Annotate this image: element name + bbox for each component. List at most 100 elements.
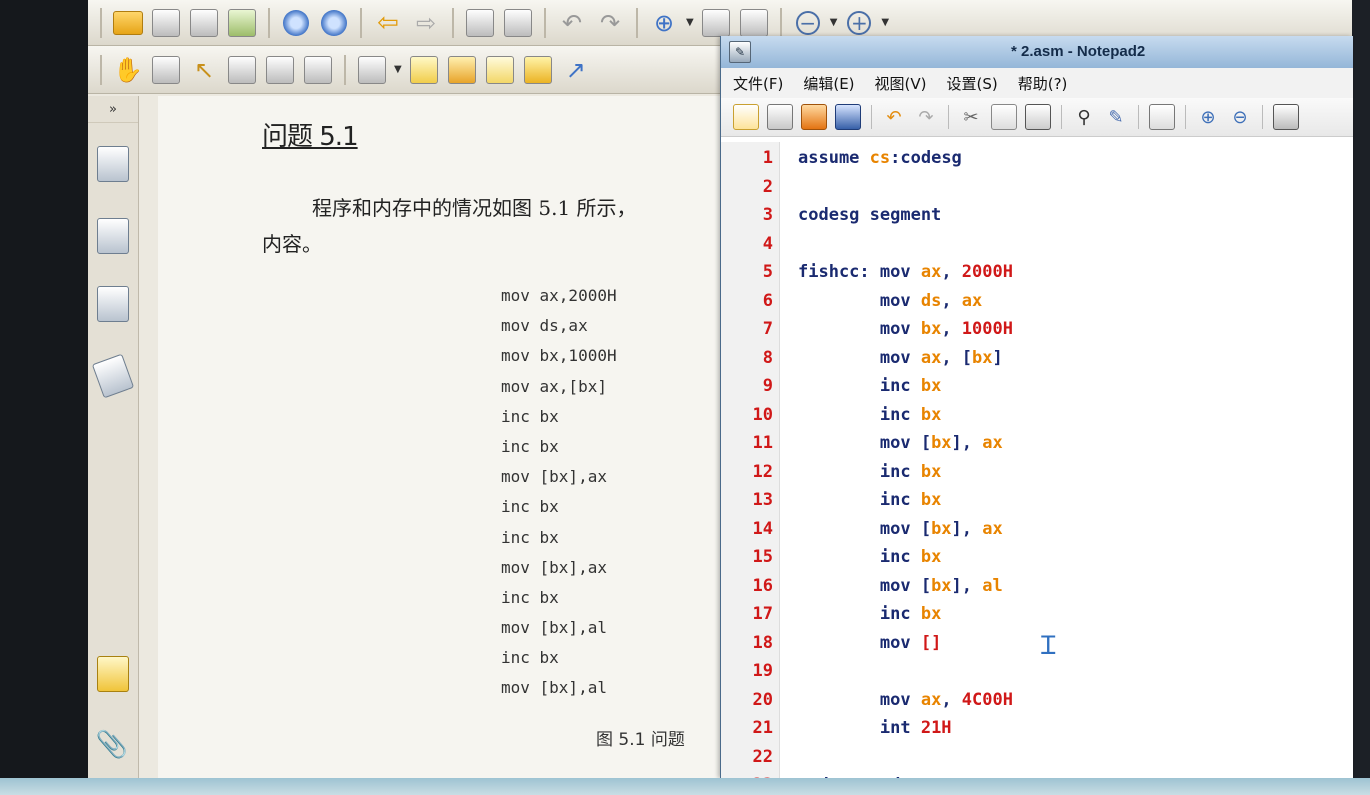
code-line: inc bx [798,405,941,425]
code-token: bx [931,575,952,596]
zoom-in-icon[interactable]: ⊕ [1196,105,1220,129]
code-token: inc [798,376,921,396]
sidebar-collapse-button[interactable]: » [88,96,138,123]
forward-arrow-icon[interactable]: ⇨ [410,7,442,39]
attachment-clip-icon[interactable]: 📎 [96,728,128,762]
save-icon[interactable] [835,104,861,130]
undo-icon[interactable]: ↶ [882,105,906,129]
menu-item[interactable]: 帮助(?) [1018,73,1068,94]
redo-icon[interactable]: ↷ [914,105,938,129]
menu-item[interactable]: 设置(S) [947,73,998,94]
next-page-icon[interactable] [318,7,350,39]
menu-item[interactable]: 编辑(E) [803,73,854,94]
replace-icon[interactable]: ✎ [1104,105,1128,129]
copy-page-icon[interactable] [464,7,496,39]
zoom-in-icon[interactable]: + [843,7,875,39]
annotate-icon[interactable] [356,54,388,86]
print-icon[interactable] [188,7,220,39]
code-token: bx [931,433,952,453]
fit-page-icon[interactable] [700,7,732,39]
code-token: mov [798,319,921,339]
code-token: mov [798,632,921,653]
code-token: , [ [941,347,973,368]
open-folder-icon[interactable] [112,7,144,39]
arrow-tool-icon[interactable]: ↗ [560,54,592,86]
pencil-icon[interactable] [446,54,478,86]
previous-page-icon[interactable] [280,7,312,39]
hand-tool-icon[interactable]: ✋ [112,54,144,86]
code-token: 1000H [961,319,1013,339]
select-arrow-icon[interactable]: ↖ [188,54,220,86]
pdf-code-line: inc bx [501,497,559,517]
pdf-code-line: mov ax,2000H [501,286,617,305]
code-token: cs [869,148,891,168]
line-number: 4 [762,233,773,254]
snapshot-camera-icon[interactable] [302,54,334,86]
pdf-code-line: mov ax,[bx] [501,376,607,396]
code-line: int 21H [798,718,952,738]
back-arrow-icon[interactable]: ⇦ [372,7,404,39]
select-text-icon[interactable] [150,54,182,86]
menu-item[interactable]: 文件(F) [733,73,783,94]
code-token: mov [798,689,921,710]
toolbar-grip [100,7,102,38]
comments-panel-icon[interactable] [97,286,129,322]
line-number: 10 [752,404,773,425]
layers-panel-icon[interactable] [97,218,129,254]
line-number: 5 [762,262,773,282]
code-line: mov ax, 4C00H [798,690,1013,710]
menu-item[interactable]: 视图(V) [875,73,927,94]
chevron-down-icon[interactable]: ▼ [686,17,694,28]
toolbar-separator [268,7,270,38]
code-token: inc [798,547,921,567]
zoom-tool-icon[interactable]: ⊕ [648,7,680,39]
code-token: al [982,575,1003,596]
zoom-out-icon[interactable]: − [792,7,824,39]
notes-panel-icon[interactable] [97,656,129,692]
browse-icon[interactable] [801,104,827,130]
window-title: * 2.asm - Notepad2 [1011,43,1146,60]
signatures-panel-icon[interactable] [91,353,135,399]
line-number: 19 [752,661,773,681]
chevron-down-icon[interactable]: ▼ [830,17,838,28]
line-number: 2 [762,176,773,197]
copy-icon[interactable] [991,104,1017,130]
code-line: inc bx [798,490,941,510]
toolbar-separator [1185,105,1186,129]
comment-icon[interactable] [522,54,554,86]
save-icon[interactable] [150,7,182,39]
toolbar-separator [948,105,949,129]
code-token: bx [920,319,942,339]
code-line: mov [bx], ax [798,433,1003,453]
pages-panel-icon[interactable] [97,146,129,182]
actual-size-icon[interactable] [738,7,770,39]
line-number: 22 [752,746,773,767]
pdf-code-line: mov bx,1000H [501,346,617,366]
find-binoculars-icon[interactable] [226,54,258,86]
undo-icon[interactable]: ↶ [556,7,588,39]
new-file-icon[interactable] [733,104,759,130]
chevron-down-icon[interactable]: ▼ [881,17,889,28]
word-wrap-icon[interactable] [1149,104,1175,130]
scheme-icon[interactable] [1273,104,1299,130]
email-icon[interactable] [226,7,258,39]
toolbar-separator [1061,105,1062,129]
desktop-left-edge [0,0,88,795]
cut-icon[interactable]: ✂ [959,105,983,129]
line-number: 12 [752,461,773,482]
text-tool-icon[interactable] [264,54,296,86]
line-number: 14 [752,518,773,539]
paste-page-icon[interactable] [502,7,534,39]
find-icon[interactable]: ⚲ [1072,105,1096,129]
zoom-out-icon[interactable]: ⊖ [1228,105,1252,129]
redo-icon[interactable]: ↷ [594,7,626,39]
open-file-icon[interactable] [767,104,793,130]
pdf-code-line: mov [bx],ax [501,467,607,487]
code-editor[interactable]: 1234567891011121314151617181920212223 as… [721,142,1353,795]
chevron-down-icon[interactable]: ▼ [394,64,402,75]
textbox-icon[interactable] [484,54,516,86]
line-number: 17 [752,604,773,624]
highlight-icon[interactable] [408,54,440,86]
code-token: inc [798,490,921,510]
paste-icon[interactable] [1025,104,1051,130]
